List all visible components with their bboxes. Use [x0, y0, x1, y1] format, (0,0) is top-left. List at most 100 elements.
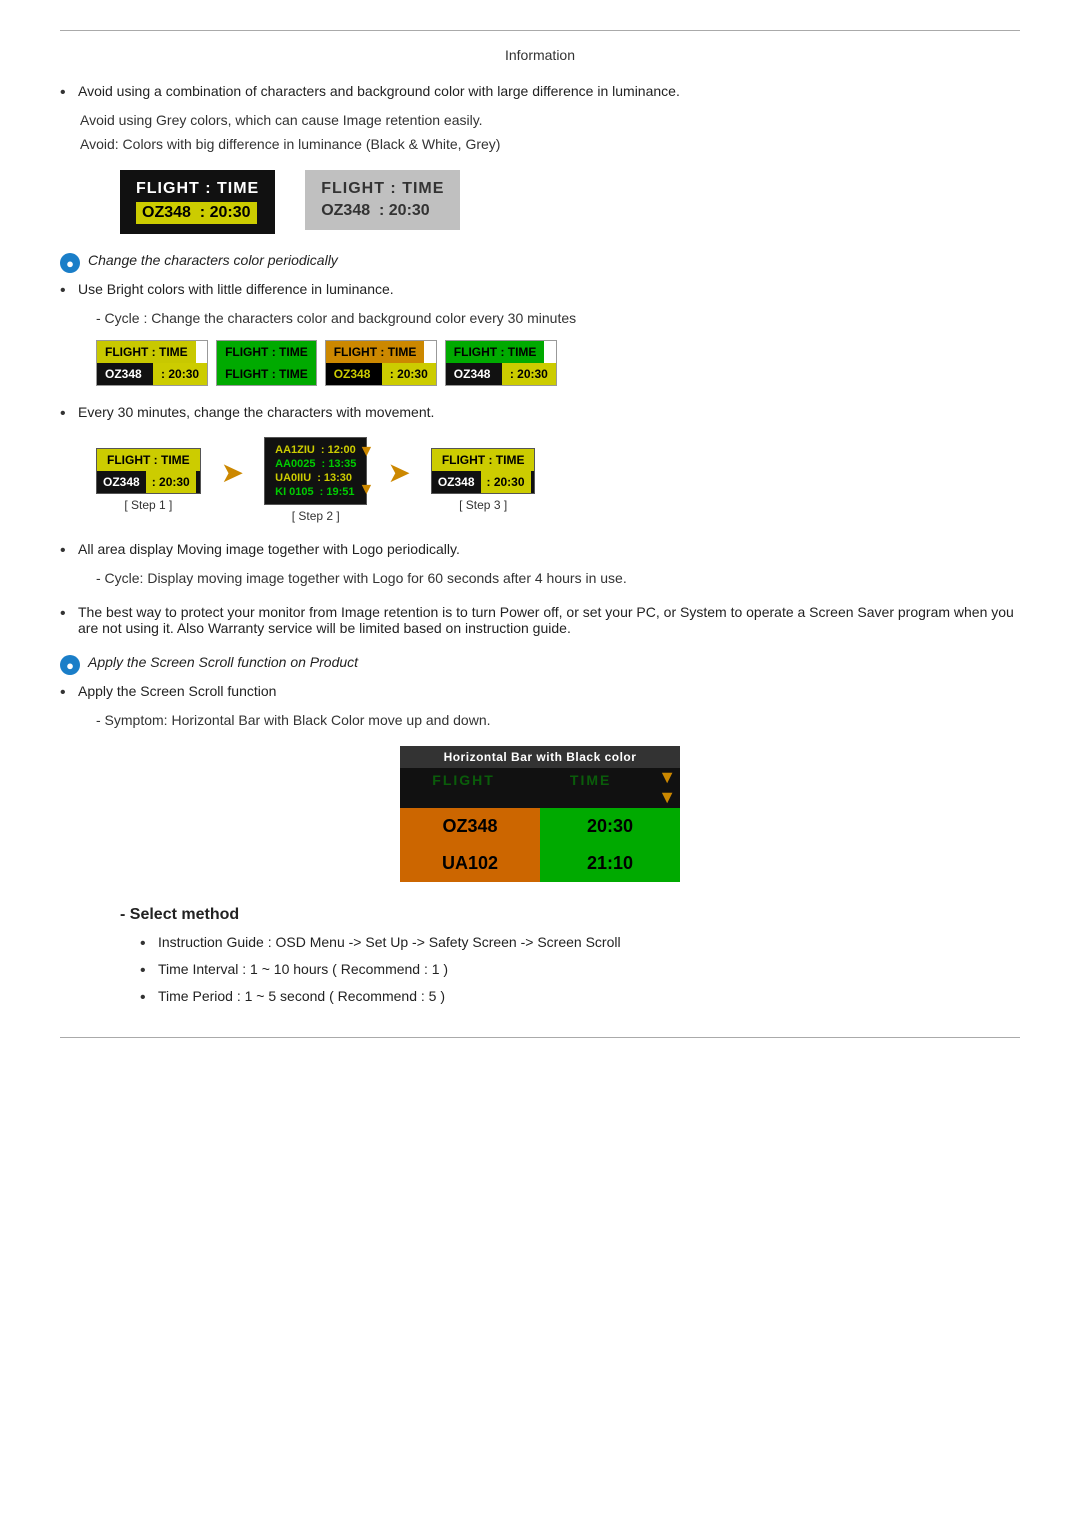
sub-text-4a: - Cycle: Display moving image together w… [96, 570, 1020, 586]
step2-down-arrow-1: ▼ [359, 444, 375, 460]
hbar-cell-1-1: OZ348 [400, 808, 540, 845]
step2-r4-a: KI 0105 [275, 486, 314, 498]
select-bullet-2: • [140, 961, 158, 980]
step-box-3: FLIGHT : TIME OZ348 : 20:30 [ Step 3 ] [431, 448, 536, 512]
step3-value: OZ348 : 20:30 [432, 471, 535, 493]
bullet-item-1: • Avoid using a combination of character… [60, 83, 1020, 102]
bullet-section-2: • Use Bright colors with little differen… [60, 281, 1020, 386]
flight-box-dark: FLIGHT : TIME OZ348 : 20:30 [120, 170, 275, 234]
hbar-arrow-down-2: ▼ [658, 788, 676, 808]
cb1-r2a: OZ348 [97, 363, 153, 385]
cb4-r2a: OZ348 [446, 363, 502, 385]
bullet-item-4: • All area display Moving image together… [60, 541, 1020, 560]
bullet-text-4: All area display Moving image together w… [78, 541, 460, 557]
bullet-section-6: • Apply the Screen Scroll function - Sym… [60, 683, 1020, 882]
flight-value-dark: OZ348 : 20:30 [136, 202, 257, 224]
flight-value-row-dark: OZ348 : 20:30 [136, 198, 259, 224]
top-divider [60, 30, 1020, 31]
sub-text-6a: - Symptom: Horizontal Bar with Black Col… [96, 712, 1020, 728]
cb1-r2b: : 20:30 [153, 363, 207, 385]
hbar-demo: Horizontal Bar with Black color FLIGHT T… [60, 746, 1020, 882]
flight-label-dark: FLIGHT : TIME [136, 180, 259, 198]
hbar-col1-header: FLIGHT [400, 768, 527, 808]
step2-row2: AA0025 : 13:35 ▼ [275, 458, 356, 470]
step1-val-a: OZ348 [97, 471, 146, 493]
hbar-arrows: ▼ ▼ [654, 768, 680, 808]
step-demos: FLIGHT : TIME OZ348 : 20:30 [ Step 1 ] ➤… [96, 437, 1020, 523]
hbar-title: Horizontal Bar with Black color [400, 746, 680, 768]
cb2-r2: FLIGHT : TIME [217, 363, 316, 385]
step1-label: FLIGHT : TIME [97, 449, 200, 471]
hbar-arrow-down-1: ▼ [658, 768, 676, 788]
bullet-dot-5: • [60, 604, 78, 623]
cycle-box-4: FLIGHT : TIME OZ348 : 20:30 [445, 340, 557, 386]
step-arrow-2: ➤ [387, 456, 410, 505]
bullet-text-1: Avoid using a combination of characters … [78, 83, 680, 99]
flight-value-row-gray: OZ348 : 20:30 [321, 198, 444, 220]
cb3-r2a: OZ348 [326, 363, 382, 385]
note-icon-2: ● [60, 655, 80, 675]
hbar-cell-2-1: UA102 [400, 845, 540, 882]
step1-value: OZ348 : 20:30 [97, 471, 200, 493]
page-title: Information [60, 47, 1020, 63]
cb2-r1: FLIGHT : TIME [217, 341, 316, 363]
sub-text-1b: Avoid: Colors with big difference in lum… [80, 136, 1020, 152]
step1-val-b: : 20:30 [146, 471, 196, 493]
step2-r1-a: AA1ZIU [275, 444, 315, 456]
sub-text-1a: Avoid using Grey colors, which can cause… [80, 112, 1020, 128]
step2-down-arrow-2: ▼ [359, 482, 375, 498]
bullet-dot-6: • [60, 683, 78, 702]
cycle-box-3: FLIGHT : TIME OZ348 : 20:30 [325, 340, 437, 386]
hbar-cell-2-2: 21:10 [540, 845, 680, 882]
select-list-item-3: • Time Period : 1 ~ 5 second ( Recommend… [140, 988, 1020, 1007]
note-text-2: Apply the Screen Scroll function on Prod… [88, 654, 358, 670]
cb4-r1: FLIGHT : TIME [446, 341, 545, 363]
bullet-text-2: Use Bright colors with little difference… [78, 281, 394, 297]
hbar-container: Horizontal Bar with Black color FLIGHT T… [400, 746, 680, 882]
cb3-r2b: : 20:30 [382, 363, 436, 385]
step2-r3-a: UA0IIU [275, 472, 311, 484]
bullet-item-5: • The best way to protect your monitor f… [60, 604, 1020, 636]
select-item-text-2: Time Interval : 1 ~ 10 hours ( Recommend… [158, 961, 448, 977]
select-method-section: - Select method • Instruction Guide : OS… [60, 906, 1020, 1007]
bullet-dot-3: • [60, 404, 78, 423]
flight-demos-1: FLIGHT : TIME OZ348 : 20:30 FLIGHT : TIM… [120, 170, 1020, 234]
flight-box-gray: FLIGHT : TIME OZ348 : 20:30 [305, 170, 460, 230]
step2-r2-a: AA0025 [275, 458, 315, 470]
note-1: ● Change the characters color periodical… [60, 252, 1020, 273]
select-item-text-3: Time Period : 1 ~ 5 second ( Recommend :… [158, 988, 445, 1004]
bullet-item-3: • Every 30 minutes, change the character… [60, 404, 1020, 423]
step2-row4: KI 0105 : 19:51 [275, 486, 356, 498]
step2-r4-b: : 19:51 [320, 486, 355, 498]
step2-r3-b: : 13:30 [317, 472, 352, 484]
bullet-text-6: Apply the Screen Scroll function [78, 683, 276, 699]
hbar-col2-header: TIME [527, 768, 654, 808]
bullet-text-5: The best way to protect your monitor fro… [78, 604, 1020, 636]
sub-text-2a: - Cycle : Change the characters color an… [96, 310, 1020, 326]
cb3-r1: FLIGHT : TIME [326, 341, 425, 363]
flight-label-row-dark: FLIGHT : TIME [136, 180, 259, 198]
step2-label-text: [ Step 2 ] [264, 509, 367, 523]
select-bullet-3: • [140, 988, 158, 1007]
cb4-r2b: : 20:30 [502, 363, 556, 385]
hbar-col2-text: TIME [570, 772, 611, 788]
flight-label-gray: FLIGHT : TIME [321, 180, 444, 198]
bullet-section-4: • All area display Moving image together… [60, 541, 1020, 586]
step2-row1: AA1ZIU : 12:00 ▼ [275, 444, 356, 456]
hbar-cell-1-2: 20:30 [540, 808, 680, 845]
bullet-dot-4: • [60, 541, 78, 560]
step-arrow-1: ➤ [221, 456, 244, 505]
hbar-data-row-1: OZ348 20:30 [400, 808, 680, 845]
step3-val-b: : 20:30 [481, 471, 531, 493]
hbar-data-row-2: UA102 21:10 [400, 845, 680, 882]
bottom-divider [60, 1037, 1020, 1038]
select-list-item-2: • Time Interval : 1 ~ 10 hours ( Recomme… [140, 961, 1020, 980]
bullet-section-1: • Avoid using a combination of character… [60, 83, 1020, 234]
bullet-item-6: • Apply the Screen Scroll function [60, 683, 1020, 702]
step3-label: FLIGHT : TIME [432, 449, 535, 471]
note-icon-1: ● [60, 253, 80, 273]
step3-val-a: OZ348 [432, 471, 481, 493]
bullet-text-3: Every 30 minutes, change the characters … [78, 404, 434, 420]
step1-label-text: [ Step 1 ] [96, 498, 201, 512]
cycle-demos: FLIGHT : TIME OZ348 : 20:30 FLIGHT : TIM… [96, 340, 1020, 386]
